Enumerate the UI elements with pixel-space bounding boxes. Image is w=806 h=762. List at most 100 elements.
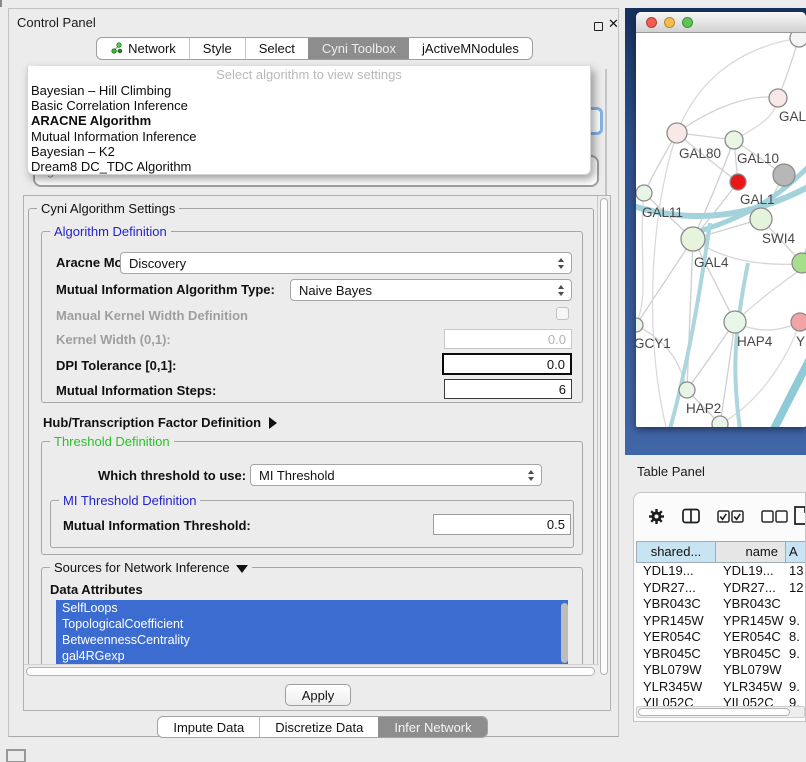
apply-row: Apply (24, 678, 612, 712)
attribute-item[interactable]: gal4RGexp (56, 648, 568, 664)
table-row[interactable]: YBR043CYBR043C (636, 596, 806, 613)
algorithm-option[interactable]: Bayesian – Hill Climbing (28, 83, 590, 98)
algorithm-option[interactable]: Bayesian – K2 (28, 144, 590, 159)
table-row[interactable]: YDR27...YDR27...12 (636, 580, 806, 597)
list-scrollbar-thumb[interactable] (561, 603, 568, 663)
zoom-traffic-light-icon[interactable] (682, 17, 693, 28)
scrollbar-thumb[interactable] (26, 667, 595, 676)
network-node[interactable] (792, 253, 806, 273)
network-node[interactable] (750, 208, 772, 230)
network-edge[interactable] (772, 351, 806, 427)
table-row[interactable]: YDL19...YDL19...13 (636, 563, 806, 580)
tab-style[interactable]: Style (189, 38, 245, 59)
close-traffic-light-icon[interactable] (646, 17, 657, 28)
float-window-icon[interactable] (594, 22, 603, 31)
network-node[interactable] (790, 33, 806, 47)
table-row[interactable]: YER054CYER054C8. (636, 629, 806, 646)
table-row[interactable]: YBR045CYBR045C9. (636, 646, 806, 663)
network-edge[interactable] (653, 133, 677, 427)
network-edge[interactable] (720, 322, 735, 424)
attribute-item[interactable]: SelfLoops (56, 600, 568, 616)
spinner-arrows-icon (528, 470, 534, 481)
network-edge[interactable] (636, 239, 693, 325)
network-node[interactable] (636, 318, 643, 332)
network-node[interactable] (791, 313, 806, 331)
table-row[interactable]: YLR345WYLR345W9. (636, 679, 806, 696)
network-edge[interactable] (687, 322, 735, 390)
tab-discretize-data[interactable]: Discretize Data (259, 717, 378, 737)
tab-select[interactable]: Select (245, 38, 308, 59)
network-node[interactable] (724, 311, 746, 333)
apply-button[interactable]: Apply (285, 684, 352, 706)
manual-kernel-width-checkbox[interactable] (556, 307, 569, 320)
network-node[interactable] (636, 185, 652, 201)
network-node[interactable] (730, 174, 746, 190)
table-row[interactable]: YPR145WYPR145W9. (636, 613, 806, 630)
network-node[interactable] (667, 123, 687, 143)
network-edge[interactable] (636, 325, 687, 390)
function-builder-icon[interactable] (794, 506, 806, 525)
minimize-traffic-light-icon[interactable] (664, 17, 675, 28)
mi-threshold-input[interactable] (433, 514, 571, 535)
aracne-mode-select[interactable]: Discovery (120, 252, 572, 274)
network-edge[interactable] (687, 239, 693, 390)
tab-jactivemnodules[interactable]: jActiveMNodules (409, 38, 532, 59)
network-node[interactable] (725, 131, 743, 149)
network-canvas[interactable]: GALGAL80GAL10GAL1GAL11SWI4GAL4GCY1HAP4YH… (636, 33, 806, 427)
tab-network[interactable]: Network (97, 38, 189, 59)
settings-vertical-scrollbar[interactable] (597, 196, 610, 678)
mi-steps-input[interactable] (444, 379, 572, 399)
column-header-name[interactable]: name (716, 541, 786, 563)
tab-impute-data[interactable]: Impute Data (158, 717, 259, 737)
network-node[interactable] (773, 164, 795, 186)
algorithm-option[interactable]: Mutual Information Inference (28, 129, 590, 144)
collapsed-panel-icon[interactable] (6, 749, 26, 762)
table-header-row: shared... name A (636, 541, 806, 563)
settings-horizontal-scrollbar[interactable] (24, 664, 599, 678)
algorithm-option[interactable]: Dream8 DC_TDC Algorithm (28, 159, 590, 174)
which-threshold-select[interactable]: MI Threshold (250, 464, 542, 486)
table-row[interactable]: YBL079WYBL079W (636, 662, 806, 679)
columns-icon[interactable] (682, 508, 700, 524)
network-node[interactable] (712, 416, 728, 427)
attribute-list[interactable]: SelfLoopsTopologicalCoefficientBetweenne… (56, 600, 568, 664)
column-header-partial[interactable]: A (786, 541, 806, 563)
network-node-label: GAL80 (679, 146, 721, 161)
sources-group: Sources for Network Inference Data Attri… (41, 567, 583, 664)
dpi-tolerance-input[interactable] (442, 353, 572, 375)
sources-collapser[interactable]: Sources for Network Inference (50, 560, 252, 575)
tab-cyni-toolbox[interactable]: Cyni Toolbox (308, 38, 409, 59)
table-horizontal-scrollbar[interactable] (636, 706, 805, 718)
table-row[interactable]: YIL052CYIL052C9. (636, 695, 806, 706)
tab-label: Cyni Toolbox (322, 41, 396, 56)
attribute-item[interactable]: TopologicalCoefficient (56, 616, 568, 632)
checked-columns-icon[interactable] (717, 510, 744, 523)
hub-definition-expander[interactable]: Hub/Transcription Factor Definition (43, 415, 277, 430)
kernel-width-input[interactable] (444, 329, 572, 349)
column-header-shared-name[interactable]: shared... (636, 541, 716, 563)
network-node[interactable] (679, 382, 695, 398)
table-cell: YLR345W (636, 679, 716, 696)
algorithm-option[interactable]: Basic Correlation Inference (28, 98, 590, 113)
tab-infer-network[interactable]: Infer Network (378, 717, 486, 737)
table-cell: YBR045C (716, 646, 786, 663)
gear-icon[interactable] (648, 508, 665, 525)
screen: { "colors":{ "selection_blue":"#3d6cd1",… (0, 0, 806, 762)
network-window-titlebar[interactable] (636, 12, 806, 33)
network-view-window[interactable]: GALGAL80GAL10GAL1GAL11SWI4GAL4GCY1HAP4YH… (636, 12, 806, 427)
unchecked-columns-icon[interactable] (761, 510, 788, 523)
scrollbar-thumb[interactable] (600, 198, 608, 675)
screen-edge-artifact (0, 0, 2, 7)
network-node[interactable] (681, 227, 705, 251)
table-cell: YIL052C (636, 695, 716, 706)
scrollbar-thumb[interactable] (638, 708, 790, 716)
close-icon[interactable]: ✕ (608, 16, 619, 32)
network-node[interactable] (769, 89, 787, 107)
mi-algorithm-type-select[interactable]: Naive Bayes (290, 279, 572, 301)
table-cell: YBL079W (716, 662, 786, 679)
attribute-item[interactable]: BetweennessCentrality (56, 632, 568, 648)
network-node-label: GAL (779, 109, 806, 124)
hidden-panel-border (605, 69, 607, 195)
top-tab-bar: Network Style Select Cyni Toolbox jActiv… (9, 37, 620, 60)
algorithm-option[interactable]: ARACNE Algorithm (28, 113, 590, 128)
